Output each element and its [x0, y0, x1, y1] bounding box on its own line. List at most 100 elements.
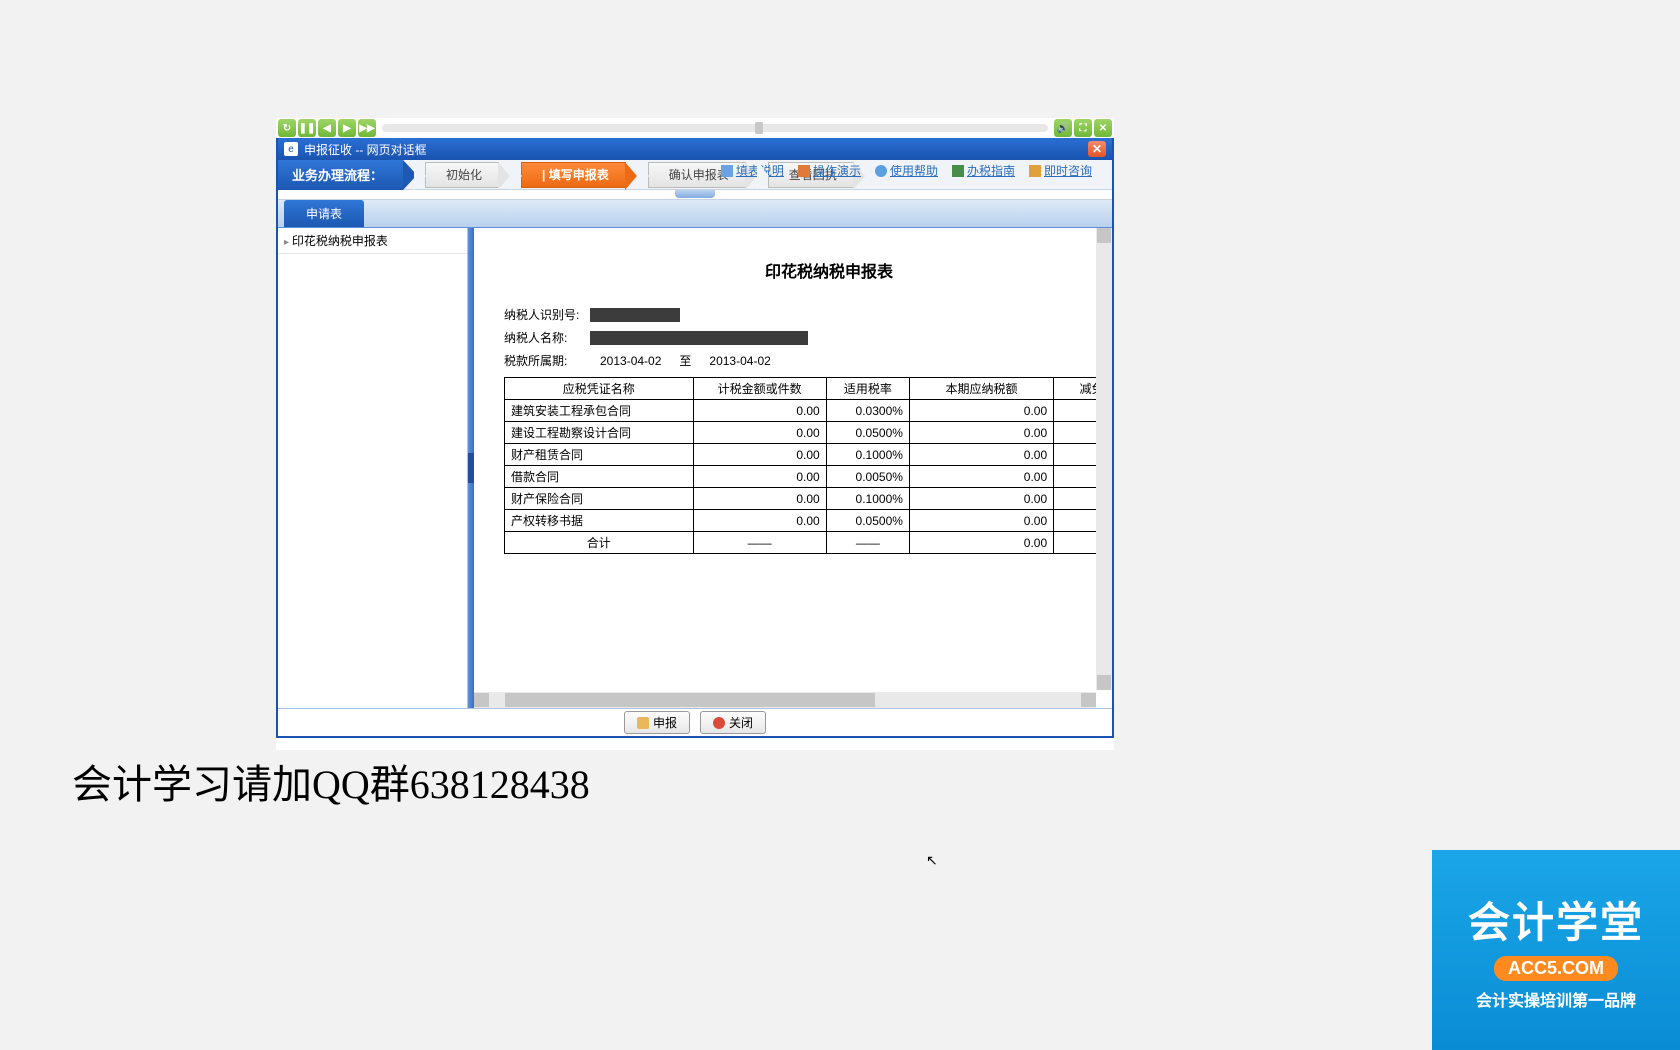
cell-name: 财产租赁合同: [505, 444, 694, 466]
link-consult[interactable]: 即时咨询: [1029, 162, 1092, 179]
cell-amount[interactable]: 0.00: [693, 444, 826, 466]
table-row: 借款合同0.000.0050%0.00: [505, 466, 1113, 488]
watermark-logo: 会计学堂 ACC5.COM 会计实操培训第一品牌: [1432, 850, 1680, 1050]
cell-amount[interactable]: 0.00: [693, 422, 826, 444]
total-tax: 0.00: [909, 532, 1053, 554]
exit-button[interactable]: ✕: [1094, 119, 1112, 137]
cell-tax: 0.00: [909, 422, 1053, 444]
total-amount: ——: [693, 532, 826, 554]
tab-application-form[interactable]: 申请表: [284, 200, 364, 227]
volume-button[interactable]: 🔊: [1054, 119, 1072, 137]
table-row: 财产租赁合同0.000.1000%0.00: [505, 444, 1113, 466]
play-button[interactable]: ▶: [338, 119, 356, 137]
submit-button[interactable]: 申报: [624, 711, 690, 734]
link-guide[interactable]: 办税指南: [952, 162, 1015, 179]
scroll-up-arrow[interactable]: [1097, 228, 1111, 243]
cell-rate: 0.1000%: [826, 488, 909, 510]
play-icon: [798, 165, 810, 177]
cell-tax: 0.00: [909, 510, 1053, 532]
toolbar-area: 业务办理流程： 初始化 | 填写申报表 确认申报表 查看回执 填表说明 操作演示…: [278, 160, 1112, 736]
period-sep: 至: [679, 352, 691, 369]
cell-rate: 0.0500%: [826, 422, 909, 444]
scroll-horizontal[interactable]: [474, 692, 1096, 708]
submit-icon: [637, 717, 649, 729]
taxpayer-id-label: 纳税人识别号:: [504, 306, 590, 323]
video-player-window: ↻ ❚❚ ◀ ▶ ▶▶ 🔊 ⛶ ✕ e 申报征收 -- 网页对话框 ✕ 业务办理…: [276, 118, 1114, 750]
taxpayer-id-value: [590, 308, 680, 322]
progress-thumb[interactable]: [755, 122, 763, 134]
table-header-row: 应税凭证名称 计税金额或件数 适用税率 本期应纳税额 减免税额: [505, 378, 1113, 400]
cell-name: 借款合同: [505, 466, 694, 488]
close-btn-icon: [713, 717, 725, 729]
scroll-left-arrow[interactable]: [474, 693, 489, 707]
table-row: 财产保险合同0.000.1000%0.00: [505, 488, 1113, 510]
cell-name: 财产保险合同: [505, 488, 694, 510]
grip-icon: [675, 190, 715, 198]
chat-icon: [1029, 165, 1041, 177]
col-rate: 适用税率: [826, 378, 909, 400]
book-icon: [952, 165, 964, 177]
sidebar-item-stamp-tax[interactable]: 印花税纳税申报表: [278, 228, 467, 254]
cell-tax: 0.00: [909, 400, 1053, 422]
collapse-handle[interactable]: [278, 190, 1112, 200]
cell-name: 产权转移书据: [505, 510, 694, 532]
taxpayer-name-row: 纳税人名称:: [504, 329, 1112, 346]
total-label: 合计: [505, 532, 694, 554]
table-row: 产权转移书据0.000.0500%0.00: [505, 510, 1113, 532]
link-fill-instructions[interactable]: 填表说明: [721, 162, 784, 179]
scroll-h-thumb[interactable]: [505, 693, 875, 707]
col-tax: 本期应纳税额: [909, 378, 1053, 400]
close-icon[interactable]: ✕: [1088, 141, 1106, 157]
taxpayer-name-value: [590, 331, 808, 345]
watermark-slogan: 会计实操培训第一品牌: [1476, 987, 1636, 1011]
process-flow-bar: 业务办理流程： 初始化 | 填写申报表 确认申报表 查看回执 填表说明 操作演示…: [278, 160, 1112, 190]
dialog-title-text: 申报征收 -- 网页对话框: [304, 141, 427, 158]
period-row: 税款所属期: 2013-04-02 至 2013-04-02: [504, 352, 1112, 369]
flow-step-init[interactable]: 初始化: [425, 162, 499, 188]
flow-step-fill[interactable]: | 填写申报表: [521, 162, 626, 188]
total-rate: ——: [826, 532, 909, 554]
dialog-titlebar: e 申报征收 -- 网页对话框 ✕: [278, 138, 1112, 160]
tax-table: 应税凭证名称 计税金额或件数 适用税率 本期应纳税额 减免税额 建筑安装工程承包…: [504, 377, 1112, 554]
close-button[interactable]: 关闭: [700, 711, 766, 734]
top-links: 填表说明 操作演示 使用帮助 办税指南 即时咨询: [721, 162, 1092, 179]
watermark-title: 会计学堂: [1468, 889, 1644, 950]
table-total-row: 合计 —— —— 0.00: [505, 532, 1113, 554]
scroll-right-arrow[interactable]: [1081, 693, 1096, 707]
form-panel: 印花税纳税申报表 纳税人识别号: 纳税人名称: 税款所属期: 2013-04-0…: [474, 228, 1112, 708]
col-voucher-name: 应税凭证名称: [505, 378, 694, 400]
fullscreen-button[interactable]: ⛶: [1074, 119, 1092, 137]
refresh-button[interactable]: ↻: [278, 119, 296, 137]
cursor-icon: ↖: [926, 852, 938, 869]
next-button[interactable]: ▶▶: [358, 119, 376, 137]
link-demo[interactable]: 操作演示: [798, 162, 861, 179]
watermark-text: 会计学习请加QQ群638128438: [72, 752, 590, 810]
player-controls: ↻ ❚❚ ◀ ▶ ▶▶ 🔊 ⛶ ✕: [276, 118, 1114, 138]
col-amount: 计税金额或件数: [693, 378, 826, 400]
cell-amount[interactable]: 0.00: [693, 510, 826, 532]
link-help[interactable]: 使用帮助: [875, 162, 938, 179]
cell-amount[interactable]: 0.00: [693, 400, 826, 422]
period-to: 2013-04-02: [709, 354, 770, 368]
prev-button[interactable]: ◀: [318, 119, 336, 137]
period-from: 2013-04-02: [600, 354, 661, 368]
cell-rate: 0.0300%: [826, 400, 909, 422]
form-list-sidebar: 印花税纳税申报表: [278, 228, 468, 708]
progress-track[interactable]: [382, 124, 1048, 132]
scroll-down-arrow[interactable]: [1097, 675, 1111, 690]
cell-tax: 0.00: [909, 466, 1053, 488]
form-body: 印花税纳税申报表 纳税人识别号: 纳税人名称: 税款所属期: 2013-04-0…: [474, 228, 1112, 574]
cell-amount[interactable]: 0.00: [693, 488, 826, 510]
table-row: 建设工程勘察设计合同0.000.0500%0.00: [505, 422, 1113, 444]
doc-icon: [721, 165, 733, 177]
cell-rate: 0.0050%: [826, 466, 909, 488]
cell-name: 建设工程勘察设计合同: [505, 422, 694, 444]
period-label: 税款所属期:: [504, 352, 590, 369]
scroll-vertical[interactable]: [1096, 228, 1112, 690]
watermark-domain: ACC5.COM: [1494, 956, 1618, 981]
taxpayer-name-label: 纳税人名称:: [504, 329, 590, 346]
cell-rate: 0.0500%: [826, 510, 909, 532]
pause-button[interactable]: ❚❚: [298, 119, 316, 137]
cell-amount[interactable]: 0.00: [693, 466, 826, 488]
content-area: 印花税纳税申报表 印花税纳税申报表 纳税人识别号: 纳税人名称:: [278, 228, 1112, 708]
